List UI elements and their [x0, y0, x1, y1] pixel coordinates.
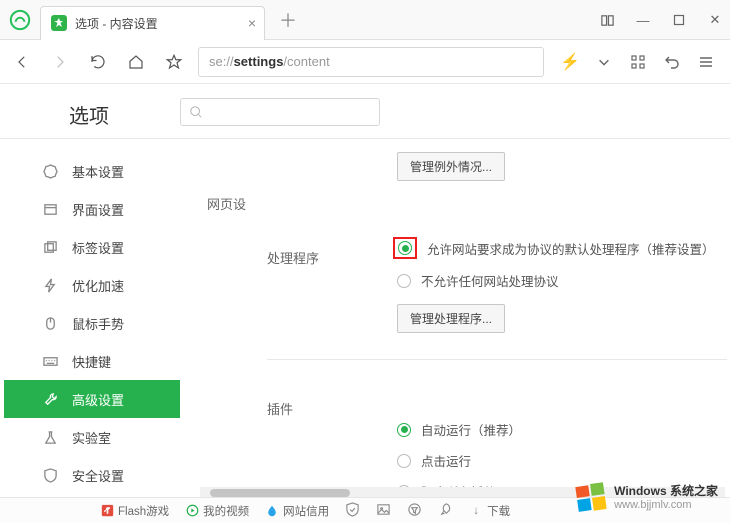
radio-label: 不允许任何网站处理协议 [421, 271, 559, 290]
section-label-webpage: 网页设 [207, 194, 246, 213]
page-title: 选项 [69, 100, 109, 129]
sidebar-item-label: 界面设置 [72, 200, 124, 219]
sidebar-item-shortcut[interactable]: 快捷键 [4, 342, 180, 380]
statusbar-site-trust[interactable]: 网站信用 [265, 503, 329, 519]
manage-handlers-button[interactable]: 管理处理程序... [397, 304, 505, 333]
content-area: 选项 基本设置 界面设置 标签设置 优化加速 鼠标手势 快捷键 [0, 84, 730, 529]
sidebar-item-label: 实验室 [72, 428, 111, 447]
statusbar-my-video[interactable]: 我的视频 [185, 503, 249, 519]
filter-icon[interactable] [407, 502, 422, 520]
scrollbar-thumb[interactable] [210, 489, 350, 497]
sidebar-item-label: 安全设置 [72, 466, 124, 485]
manage-exceptions-button[interactable]: 管理例外情况... [397, 152, 505, 181]
radio-icon [397, 274, 411, 288]
sidebar-item-label: 优化加速 [72, 276, 124, 295]
nav-favorite-button[interactable] [160, 48, 188, 76]
window-close-button[interactable]: ✕ [706, 12, 724, 28]
radio-icon [397, 454, 411, 468]
rocket-icon[interactable] [438, 502, 453, 520]
radio-label: 允许网站要求成为协议的默认处理程序（推荐设置） [427, 239, 715, 258]
tabs-icon [42, 239, 58, 255]
radio-label: 点击运行 [421, 451, 471, 470]
sidebar-item-label: 鼠标手势 [72, 314, 124, 333]
sidebar-item-label: 快捷键 [72, 352, 111, 371]
chevron-down-icon[interactable] [594, 52, 614, 72]
radio-handler-allow[interactable]: 允许网站要求成为协议的默认处理程序（推荐设置） [397, 237, 730, 259]
sidebar-item-security[interactable]: 安全设置 [4, 456, 180, 494]
play-icon [185, 504, 199, 518]
bolt-icon [42, 277, 58, 293]
undo-icon[interactable] [662, 52, 682, 72]
sidebar-item-ui[interactable]: 界面设置 [4, 190, 180, 228]
radio-label: 自动运行（推荐） [421, 420, 521, 439]
toolbar: se://settings/content ⚡ [0, 40, 730, 84]
statusbar-flash-games[interactable]: Flash游戏 [100, 503, 169, 519]
nav-back-button[interactable] [8, 48, 36, 76]
status-bar: Flash游戏 我的视频 网站信用 ↓ 下载 [0, 497, 730, 523]
sidebar-item-basic[interactable]: 基本设置 [4, 152, 180, 190]
section-divider [267, 359, 727, 360]
wrench-icon [42, 391, 58, 407]
download-icon: ↓ [469, 504, 483, 518]
window-controls: — ✕ [598, 0, 724, 40]
radio-icon [398, 241, 412, 255]
window-icon [42, 201, 58, 217]
titlebar: 选项 - 内容设置 × ＋ — ✕ [0, 0, 730, 40]
radio-plugins-auto[interactable]: 自动运行（推荐） [397, 420, 730, 439]
radio-icon [397, 423, 411, 437]
tab-favicon-icon [51, 15, 67, 31]
nav-reload-button[interactable] [84, 48, 112, 76]
sidebar-item-advanced[interactable]: 高级设置 [4, 380, 180, 418]
sidebar-item-label: 标签设置 [72, 238, 124, 257]
radio-handler-deny[interactable]: 不允许任何网站处理协议 [397, 271, 730, 290]
sidebar-item-tabs[interactable]: 标签设置 [4, 228, 180, 266]
address-text: se://settings/content [209, 54, 330, 69]
picture-icon[interactable] [376, 502, 391, 520]
sidebar-item-lab[interactable]: 实验室 [4, 418, 180, 456]
statusbar-download[interactable]: ↓ 下载 [469, 503, 510, 519]
flash-icon [100, 504, 114, 518]
radio-plugins-click[interactable]: 点击运行 [397, 451, 730, 470]
tab-title: 选项 - 内容设置 [75, 15, 158, 32]
mouse-icon [42, 315, 58, 331]
sidebar-item-speed[interactable]: 优化加速 [4, 266, 180, 304]
flask-icon [42, 429, 58, 445]
shield-check-icon[interactable] [345, 502, 360, 520]
header-divider [0, 138, 730, 139]
tab-close-button[interactable]: × [248, 15, 256, 31]
sidebar-item-label: 基本设置 [72, 162, 124, 181]
browser-tab[interactable]: 选项 - 内容设置 × [40, 6, 265, 40]
window-minimize-button[interactable]: — [634, 13, 652, 28]
settings-panel: 管理例外情况... 网页设 处理程序 允许网站要求成为协议的默认处理程序（推荐设… [200, 152, 730, 522]
statusbar-label: 网站信用 [283, 503, 329, 519]
section-label-handler: 处理程序 [267, 248, 319, 267]
highlight-annotation [393, 237, 417, 259]
apps-grid-icon[interactable] [628, 52, 648, 72]
menu-icon[interactable] [696, 52, 716, 72]
statusbar-label: 我的视频 [203, 503, 249, 519]
address-bar[interactable]: se://settings/content [198, 47, 544, 77]
section-label-plugins: 插件 [267, 399, 293, 418]
shield-icon [42, 467, 58, 483]
reader-mode-icon[interactable] [598, 13, 616, 28]
nav-forward-button[interactable] [46, 48, 74, 76]
settings-sidebar: 基本设置 界面设置 标签设置 优化加速 鼠标手势 快捷键 高级设置 实验室 [4, 152, 180, 494]
speed-mode-icon[interactable]: ⚡ [560, 52, 580, 72]
window-maximize-button[interactable] [670, 14, 688, 26]
sidebar-item-gesture[interactable]: 鼠标手势 [4, 304, 180, 342]
sidebar-item-label: 高级设置 [72, 390, 124, 409]
droplet-icon [265, 504, 279, 518]
app-logo-icon [0, 0, 40, 40]
keyboard-icon [42, 353, 58, 369]
nav-home-button[interactable] [122, 48, 150, 76]
toolbar-right: ⚡ [554, 52, 722, 72]
settings-search-input[interactable] [180, 98, 380, 126]
statusbar-label: 下载 [487, 503, 510, 519]
statusbar-label: Flash游戏 [118, 503, 169, 519]
new-tab-button[interactable]: ＋ [275, 7, 301, 33]
gear-icon [42, 163, 58, 179]
